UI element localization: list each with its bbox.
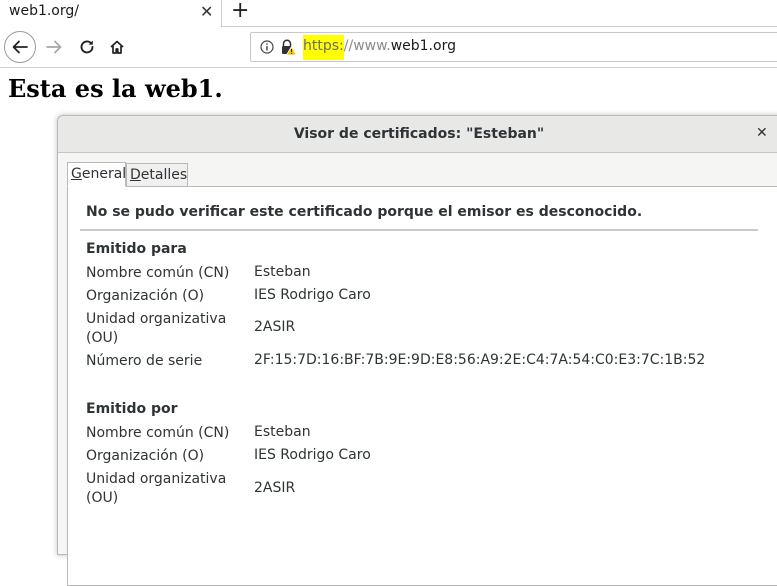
separator xyxy=(80,229,758,231)
tab-close-icon[interactable]: ✕ xyxy=(200,2,213,21)
url-scheme: https: xyxy=(303,35,344,60)
issued-by-ou-label: Unidad organizativa (OU) xyxy=(86,471,227,506)
url-slashes: // xyxy=(343,38,354,54)
issued-to-ou-value: 2ASIR xyxy=(254,319,296,335)
navigation-bar: https://www.web1.org xyxy=(0,27,777,68)
reload-button[interactable] xyxy=(75,32,99,62)
url-text[interactable]: https://www.web1.org xyxy=(303,35,456,60)
dialog-close-icon[interactable]: ✕ xyxy=(756,125,768,141)
tab-strip: web1.org/ ✕ + xyxy=(0,0,777,27)
tab-general-mnemonic: G xyxy=(71,166,82,182)
warning-lock-icon[interactable] xyxy=(279,38,297,56)
general-panel: No se pudo verificar este certificado po… xyxy=(67,186,777,586)
issued-to-ou-label: Unidad organizativa (OU) xyxy=(86,311,227,346)
back-arrow-icon xyxy=(12,40,28,54)
url-bar[interactable]: https://www.web1.org xyxy=(250,32,777,62)
serial-number-label: Número de serie xyxy=(86,353,203,369)
reload-icon xyxy=(80,40,94,54)
new-tab-icon[interactable]: + xyxy=(231,0,249,23)
home-icon xyxy=(110,40,124,54)
issued-to-cn-value: Esteban xyxy=(254,264,311,280)
forward-button[interactable] xyxy=(42,32,66,62)
tab-detalles[interactable]: Detalles xyxy=(126,163,188,187)
issued-by-cn-value: Esteban xyxy=(254,424,311,440)
dialog-title: Visor de certificados: "Esteban" xyxy=(293,126,545,142)
browser-tab[interactable]: web1.org/ ✕ xyxy=(0,0,222,27)
forward-arrow-icon xyxy=(46,40,62,54)
url-host: web1.org xyxy=(390,38,456,54)
tab-title: web1.org/ xyxy=(9,3,79,19)
verification-warning: No se pudo verificar este certificado po… xyxy=(86,204,643,220)
home-button[interactable] xyxy=(105,32,129,62)
issued-to-o-label: Organización (O) xyxy=(86,288,205,304)
serial-number-value: 2F:15:7D:16:BF:7B:9E:9D:E8:56:A9:2E:C4:7… xyxy=(254,352,706,368)
issued-by-ou-value: 2ASIR xyxy=(254,480,296,496)
tab-detalles-mnemonic: D xyxy=(130,167,141,183)
issued-by-cn-label: Nombre común (CN) xyxy=(86,425,230,441)
issued-to-cn-label: Nombre común (CN) xyxy=(86,265,230,281)
tab-general-label: eneral xyxy=(81,166,127,182)
issued-to-o-value: IES Rodrigo Caro xyxy=(254,287,371,303)
url-www: www. xyxy=(353,38,391,54)
issued-by-title: Emitido por xyxy=(86,401,178,417)
dialog-header: Visor de certificados: "Esteban" ✕ xyxy=(58,116,777,153)
issued-to-title: Emitido para xyxy=(86,241,187,257)
page-heading: Esta es la web1. xyxy=(8,74,223,103)
info-icon[interactable] xyxy=(260,40,274,54)
tab-general[interactable]: General xyxy=(67,162,126,187)
back-button[interactable] xyxy=(4,31,36,63)
certificate-viewer-dialog: Visor de certificados: "Esteban" ✕ Gener… xyxy=(57,115,777,586)
issued-by-o-value: IES Rodrigo Caro xyxy=(254,447,371,463)
tab-detalles-label: etalles xyxy=(140,167,188,183)
issued-by-o-label: Organización (O) xyxy=(86,448,205,464)
